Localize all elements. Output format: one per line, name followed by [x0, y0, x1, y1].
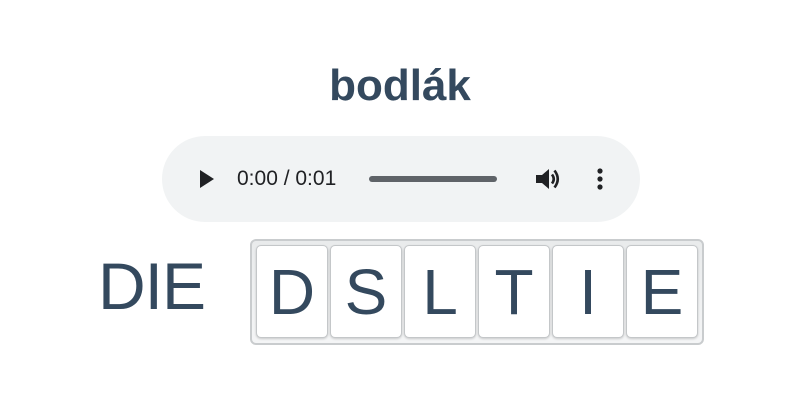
letter-tile[interactable]: E	[626, 245, 698, 338]
letter-tile[interactable]: D	[256, 245, 328, 338]
time-display: 0:00 / 0:01	[237, 167, 337, 190]
play-icon	[200, 170, 214, 188]
letter-tile[interactable]: T	[478, 245, 550, 338]
letter-tile[interactable]: L	[404, 245, 476, 338]
volume-icon	[536, 169, 560, 189]
audio-player: 0:00 / 0:01	[162, 136, 640, 222]
more-vert-icon	[597, 168, 603, 190]
progress-slider[interactable]	[369, 176, 497, 182]
letter-tile[interactable]: S	[330, 245, 402, 338]
page: bodlák 0:00 / 0:01 DIE D S L T I E	[0, 0, 800, 400]
letter-tile[interactable]: I	[552, 245, 624, 338]
article-label: DIE	[98, 249, 206, 323]
more-options-button[interactable]	[590, 166, 610, 192]
volume-button[interactable]	[534, 166, 562, 192]
play-button[interactable]	[195, 166, 219, 192]
letter-tiles: D S L T I E	[250, 239, 704, 345]
word-title: bodlák	[329, 61, 471, 110]
